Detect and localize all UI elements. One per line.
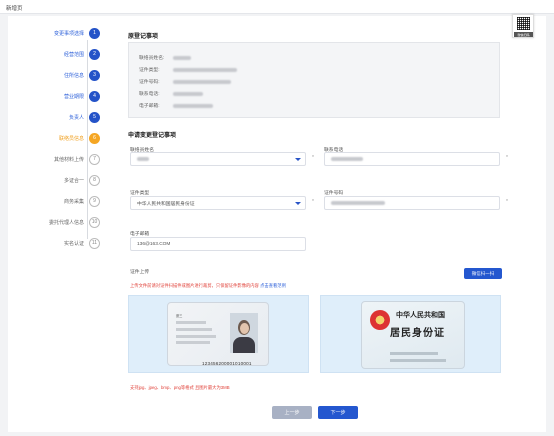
idtype-label: 证件类型 — [130, 191, 150, 196]
step-item-5[interactable]: 负责人 5 — [24, 110, 100, 124]
step-item-8[interactable]: 多证合一 8 — [24, 173, 100, 187]
qr-code-widget[interactable]: 微信扫码 — [512, 14, 534, 38]
next-button[interactable]: 下一步 — [318, 406, 358, 419]
card-type: 居民身份证 — [390, 328, 445, 339]
name-select[interactable] — [130, 152, 306, 166]
step-number: 1 — [89, 27, 100, 39]
wechat-scan-button[interactable]: 微信扫一扫 — [464, 268, 502, 279]
qr-code-icon — [517, 17, 530, 30]
step-label: 联络员信息 — [58, 135, 84, 142]
step-number: 11 — [89, 237, 100, 249]
email-value: 136@163.COM — [137, 241, 171, 247]
original-row: 联络员姓名: — [139, 54, 191, 61]
top-bar: 新增页 — [0, 0, 554, 14]
card-number: 123456200001010001 — [202, 361, 252, 366]
step-item-10[interactable]: 委托代理人信息 10 — [24, 215, 100, 229]
step-label: 经营范围 — [63, 51, 84, 58]
id-back-upload[interactable]: 中华人民共和国 居民身份证 — [320, 295, 501, 373]
step-number: 10 — [89, 216, 100, 228]
step-number: 4 — [89, 90, 100, 102]
portrait-photo — [230, 313, 258, 353]
original-row: 电子邮箱: — [139, 102, 213, 109]
step-number: 3 — [89, 69, 100, 81]
required-mark: * — [506, 155, 508, 161]
step-item-11[interactable]: 实名认证 11 — [24, 236, 100, 250]
step-item-3[interactable]: 住所信息 3 — [24, 68, 100, 82]
phone-input[interactable] — [324, 152, 500, 166]
original-row: 证件号码: — [139, 78, 231, 85]
original-key: 证件类型: — [139, 68, 160, 73]
step-number: 6 — [89, 132, 100, 144]
original-key: 联络员姓名: — [139, 56, 165, 61]
redacted-value — [173, 55, 191, 60]
required-mark: * — [312, 155, 314, 161]
step-number: 2 — [89, 48, 100, 60]
national-emblem-icon — [370, 310, 390, 330]
step-label: 住所信息 — [63, 72, 84, 79]
upload-note: 上传文件前请对证件扫描件或图片进行裁剪，只保留证件影像的内容 点击查看范例 — [130, 283, 286, 289]
step-item-7[interactable]: 其他材料上传 7 — [24, 152, 100, 166]
original-key: 电子邮箱: — [139, 104, 160, 109]
redacted-value — [137, 157, 149, 161]
page-title: 新增页 — [6, 6, 23, 12]
apply-section-title: 申请变更登记事项 — [128, 133, 177, 139]
step-number: 7 — [89, 153, 100, 165]
original-key: 证件号码: — [139, 80, 160, 85]
redacted-value — [173, 67, 237, 72]
card-country: 中华人民共和国 — [396, 310, 445, 319]
card-line — [176, 335, 216, 338]
id-front-upload[interactable]: 张三 123456200001010001 — [128, 295, 309, 373]
step-item-6[interactable]: 联络员信息 6 — [24, 131, 100, 145]
redacted-value — [331, 157, 363, 161]
card-line — [176, 321, 206, 324]
id-card-front: 张三 123456200001010001 — [167, 302, 269, 366]
card-line — [176, 341, 210, 344]
idtype-select[interactable]: 中华人民共和国居民身份证 — [130, 196, 306, 210]
id-card-back: 中华人民共和国 居民身份证 — [361, 301, 465, 369]
upload-label: 证件上传 — [130, 270, 150, 275]
card-name: 张三 — [176, 314, 183, 318]
step-number: 5 — [89, 111, 100, 123]
idno-input[interactable] — [324, 196, 500, 210]
step-number: 8 — [89, 174, 100, 186]
original-row: 联系电话: — [139, 90, 203, 97]
original-key: 联系电话: — [139, 92, 160, 97]
qr-caption: 微信扫码 — [514, 32, 533, 37]
step-label: 负责人 — [68, 114, 84, 121]
card-line — [390, 352, 438, 355]
example-link[interactable]: 点击查看范例 — [260, 283, 286, 288]
redacted-value — [331, 201, 385, 205]
step-item-4[interactable]: 营业期限 4 — [24, 89, 100, 103]
step-item-9[interactable]: 商务采集 9 — [24, 194, 100, 208]
email-input[interactable]: 136@163.COM — [130, 237, 306, 251]
email-label: 电子邮箱 — [130, 232, 150, 237]
step-label: 变更事项选择 — [53, 30, 84, 37]
card-line — [390, 359, 446, 362]
step-number: 9 — [89, 195, 100, 207]
required-mark: * — [312, 199, 314, 205]
step-label: 多证合一 — [63, 177, 84, 184]
original-info-box: 联络员姓名: 证件类型: 证件号码: 联系电话: 电子邮箱: — [128, 42, 500, 118]
step-item-1[interactable]: 变更事项选择 1 — [24, 26, 100, 40]
upload-note-text: 上传文件前请对证件扫描件或图片进行裁剪，只保留证件影像的内容 — [130, 283, 259, 288]
step-label: 实名认证 — [63, 240, 84, 247]
original-row: 证件类型: — [139, 66, 237, 73]
chevron-down-icon — [295, 158, 301, 161]
step-label: 委托代理人信息 — [48, 219, 84, 226]
card-line — [176, 328, 212, 331]
step-label: 其他材料上传 — [53, 156, 84, 163]
idtype-value: 中华人民共和国居民身份证 — [137, 201, 195, 207]
step-item-2[interactable]: 经营范围 2 — [24, 47, 100, 61]
required-mark: * — [506, 199, 508, 205]
redacted-value — [173, 79, 231, 84]
prev-button[interactable]: 上一步 — [272, 406, 312, 419]
original-section-title: 原登记事项 — [128, 34, 159, 40]
chevron-down-icon — [295, 202, 301, 205]
redacted-value — [173, 91, 203, 96]
step-label: 营业期限 — [63, 93, 84, 100]
step-label: 商务采集 — [63, 198, 84, 205]
format-note: 支持jpg、jpeg、bmp、png等格式 且图片最大为3MB — [130, 385, 230, 390]
redacted-value — [173, 103, 213, 108]
idno-label: 证件号码 — [324, 191, 344, 196]
